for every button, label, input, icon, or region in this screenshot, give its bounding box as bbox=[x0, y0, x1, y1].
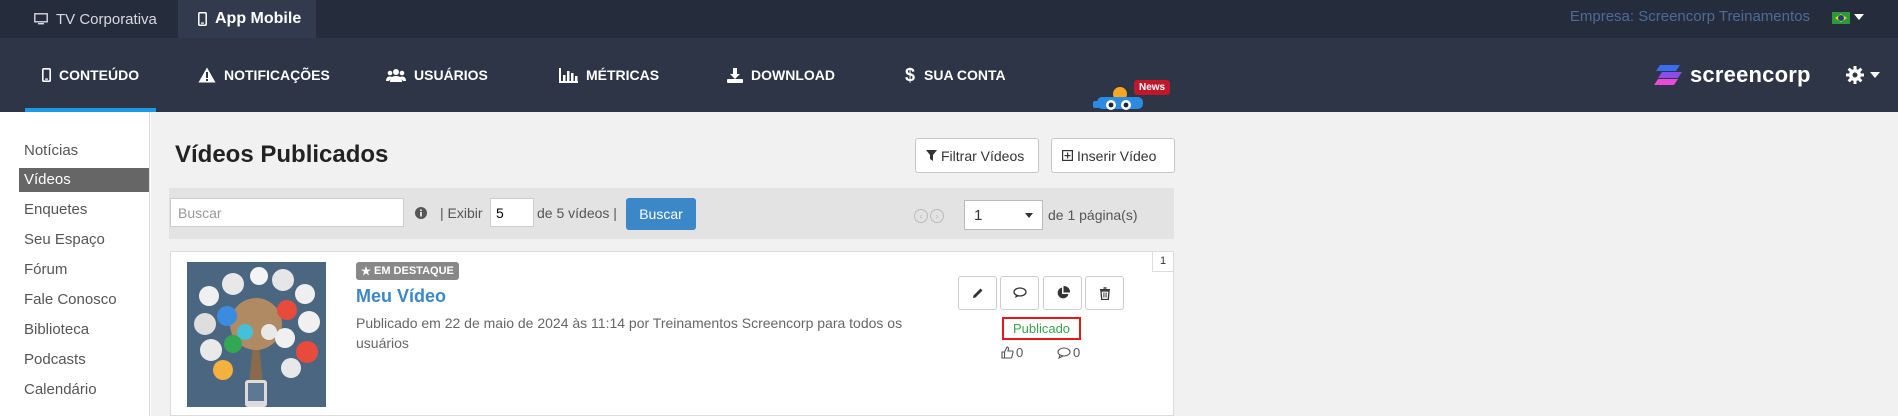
bar-chart-icon bbox=[559, 67, 578, 83]
screencorp-logo-icon bbox=[1654, 65, 1682, 85]
likes-count: 0 bbox=[1001, 345, 1023, 360]
settings-menu[interactable] bbox=[1846, 66, 1880, 84]
video-thumbnail[interactable] bbox=[187, 262, 326, 407]
phone-icon bbox=[42, 68, 51, 82]
nav-download[interactable]: DOWNLOAD bbox=[727, 38, 835, 112]
chevron-down-icon bbox=[1870, 72, 1880, 78]
comments-value: 0 bbox=[1073, 345, 1081, 360]
sidebar: Notícias Vídeos Enquetes Seu Espaço Fóru… bbox=[0, 112, 150, 416]
nav-metricas-label: MÉTRICAS bbox=[586, 67, 660, 83]
video-description: Publicado em 22 de maio de 2024 às 11:14… bbox=[356, 315, 903, 351]
nav-conteudo-label: CONTEÚDO bbox=[59, 67, 140, 83]
sidebar-item-enquetes[interactable]: Enquetes bbox=[19, 198, 149, 222]
info-icon[interactable] bbox=[415, 207, 427, 219]
nav-sua-conta-label: SUA CONTA bbox=[924, 67, 1006, 83]
filter-videos-label: Filtrar Vídeos bbox=[941, 147, 1025, 164]
comments-button[interactable] bbox=[1000, 276, 1039, 310]
comments-count: 0 bbox=[1057, 345, 1080, 360]
next-page-icon[interactable]: › bbox=[930, 209, 944, 223]
users-icon bbox=[386, 69, 406, 82]
tab-tv-corporativa[interactable]: TV Corporativa bbox=[34, 0, 157, 38]
nav-sua-conta[interactable]: $ SUA CONTA bbox=[905, 38, 1006, 112]
gear-icon bbox=[1846, 66, 1864, 84]
featured-badge: EM DESTAQUE bbox=[356, 262, 459, 280]
pie-chart-icon bbox=[1057, 286, 1070, 299]
nav-notificacoes-label: NOTIFICAÇÕES bbox=[224, 67, 330, 83]
tab-app-mobile-label: App Mobile bbox=[215, 10, 302, 27]
plus-square-icon bbox=[1062, 150, 1073, 161]
comments-icon bbox=[1012, 287, 1027, 298]
thumbs-up-icon bbox=[1001, 346, 1014, 359]
sidebar-item-fale-conosco[interactable]: Fale Conosco bbox=[19, 288, 149, 312]
news-badge[interactable]: News bbox=[1134, 80, 1171, 95]
filter-icon bbox=[926, 150, 937, 161]
logo-text: screencorp bbox=[1690, 62, 1811, 87]
top-bar: TV Corporativa App Mobile Empresa: Scree… bbox=[0, 0, 1898, 38]
page-select[interactable]: 1 bbox=[964, 200, 1043, 230]
likes-value: 0 bbox=[1016, 345, 1024, 360]
page-count-label: de 1 página(s) bbox=[1048, 207, 1138, 223]
edit-button[interactable] bbox=[958, 276, 997, 310]
social-media-illustration bbox=[187, 262, 326, 407]
screencorp-logo: screencorp bbox=[1654, 62, 1811, 88]
page-title: Vídeos Publicados bbox=[175, 141, 389, 168]
sidebar-item-noticias[interactable]: Notícias bbox=[19, 139, 149, 163]
search-button[interactable]: Buscar bbox=[626, 198, 696, 230]
status-badge: Publicado bbox=[1002, 317, 1081, 340]
phone-icon bbox=[198, 12, 207, 26]
tab-tv-corporativa-label: TV Corporativa bbox=[56, 10, 157, 28]
nav-metricas[interactable]: MÉTRICAS bbox=[559, 38, 659, 112]
monitor-icon bbox=[34, 13, 48, 25]
main-nav: CONTEÚDO NOTIFICAÇÕES USUÁRIOS MÉTRICAS … bbox=[0, 38, 1898, 112]
brazil-flag-icon[interactable] bbox=[1832, 12, 1850, 24]
sidebar-item-forum[interactable]: Fórum bbox=[19, 258, 149, 282]
pencil-icon bbox=[972, 288, 982, 298]
chevron-down-icon[interactable] bbox=[1854, 14, 1864, 20]
nav-download-label: DOWNLOAD bbox=[751, 67, 835, 83]
comment-icon bbox=[1057, 346, 1071, 359]
nav-usuarios[interactable]: USUÁRIOS bbox=[386, 38, 488, 112]
search-input[interactable] bbox=[170, 198, 404, 227]
tab-app-mobile[interactable]: App Mobile bbox=[178, 0, 316, 38]
chevron-down-icon bbox=[1025, 212, 1033, 218]
nav-usuarios-label: USUÁRIOS bbox=[414, 67, 488, 83]
delete-button[interactable] bbox=[1085, 276, 1124, 310]
pager-arrows: ‹ › bbox=[914, 209, 944, 223]
star-icon bbox=[361, 266, 371, 276]
video-title[interactable]: Meu Vídeo bbox=[356, 286, 446, 307]
sidebar-item-biblioteca[interactable]: Biblioteca bbox=[19, 318, 149, 342]
trash-icon bbox=[1099, 286, 1110, 300]
svg-text:$: $ bbox=[905, 66, 915, 84]
count-label: de 5 vídeos | bbox=[537, 205, 617, 221]
nav-conteudo[interactable]: CONTEÚDO bbox=[25, 38, 157, 112]
exibir-label: | Exibir bbox=[440, 205, 483, 221]
download-icon bbox=[727, 67, 743, 83]
warning-icon bbox=[198, 67, 216, 83]
company-name: Empresa: Screencorp Treinamentos bbox=[1569, 8, 1810, 25]
filter-videos-button[interactable]: Filtrar Vídeos bbox=[915, 138, 1039, 173]
page-select-value: 1 bbox=[974, 206, 983, 224]
metrics-button[interactable] bbox=[1043, 276, 1082, 310]
exibir-input[interactable] bbox=[490, 198, 534, 227]
sidebar-item-videos[interactable]: Vídeos bbox=[19, 168, 149, 192]
nav-notificacoes[interactable]: NOTIFICAÇÕES bbox=[198, 38, 330, 112]
sidebar-item-seu-espaco[interactable]: Seu Espaço bbox=[19, 228, 149, 252]
insert-video-button[interactable]: Inserir Vídeo bbox=[1051, 138, 1175, 173]
sidebar-item-calendario[interactable]: Calendário bbox=[19, 378, 149, 402]
insert-video-label: Inserir Vídeo bbox=[1077, 147, 1157, 164]
video-index: 1 bbox=[1152, 251, 1174, 272]
previous-page-icon[interactable]: ‹ bbox=[914, 209, 928, 223]
sidebar-item-podcasts[interactable]: Podcasts bbox=[19, 348, 149, 372]
featured-label: EM DESTAQUE bbox=[374, 265, 454, 277]
dollar-icon: $ bbox=[905, 66, 915, 84]
